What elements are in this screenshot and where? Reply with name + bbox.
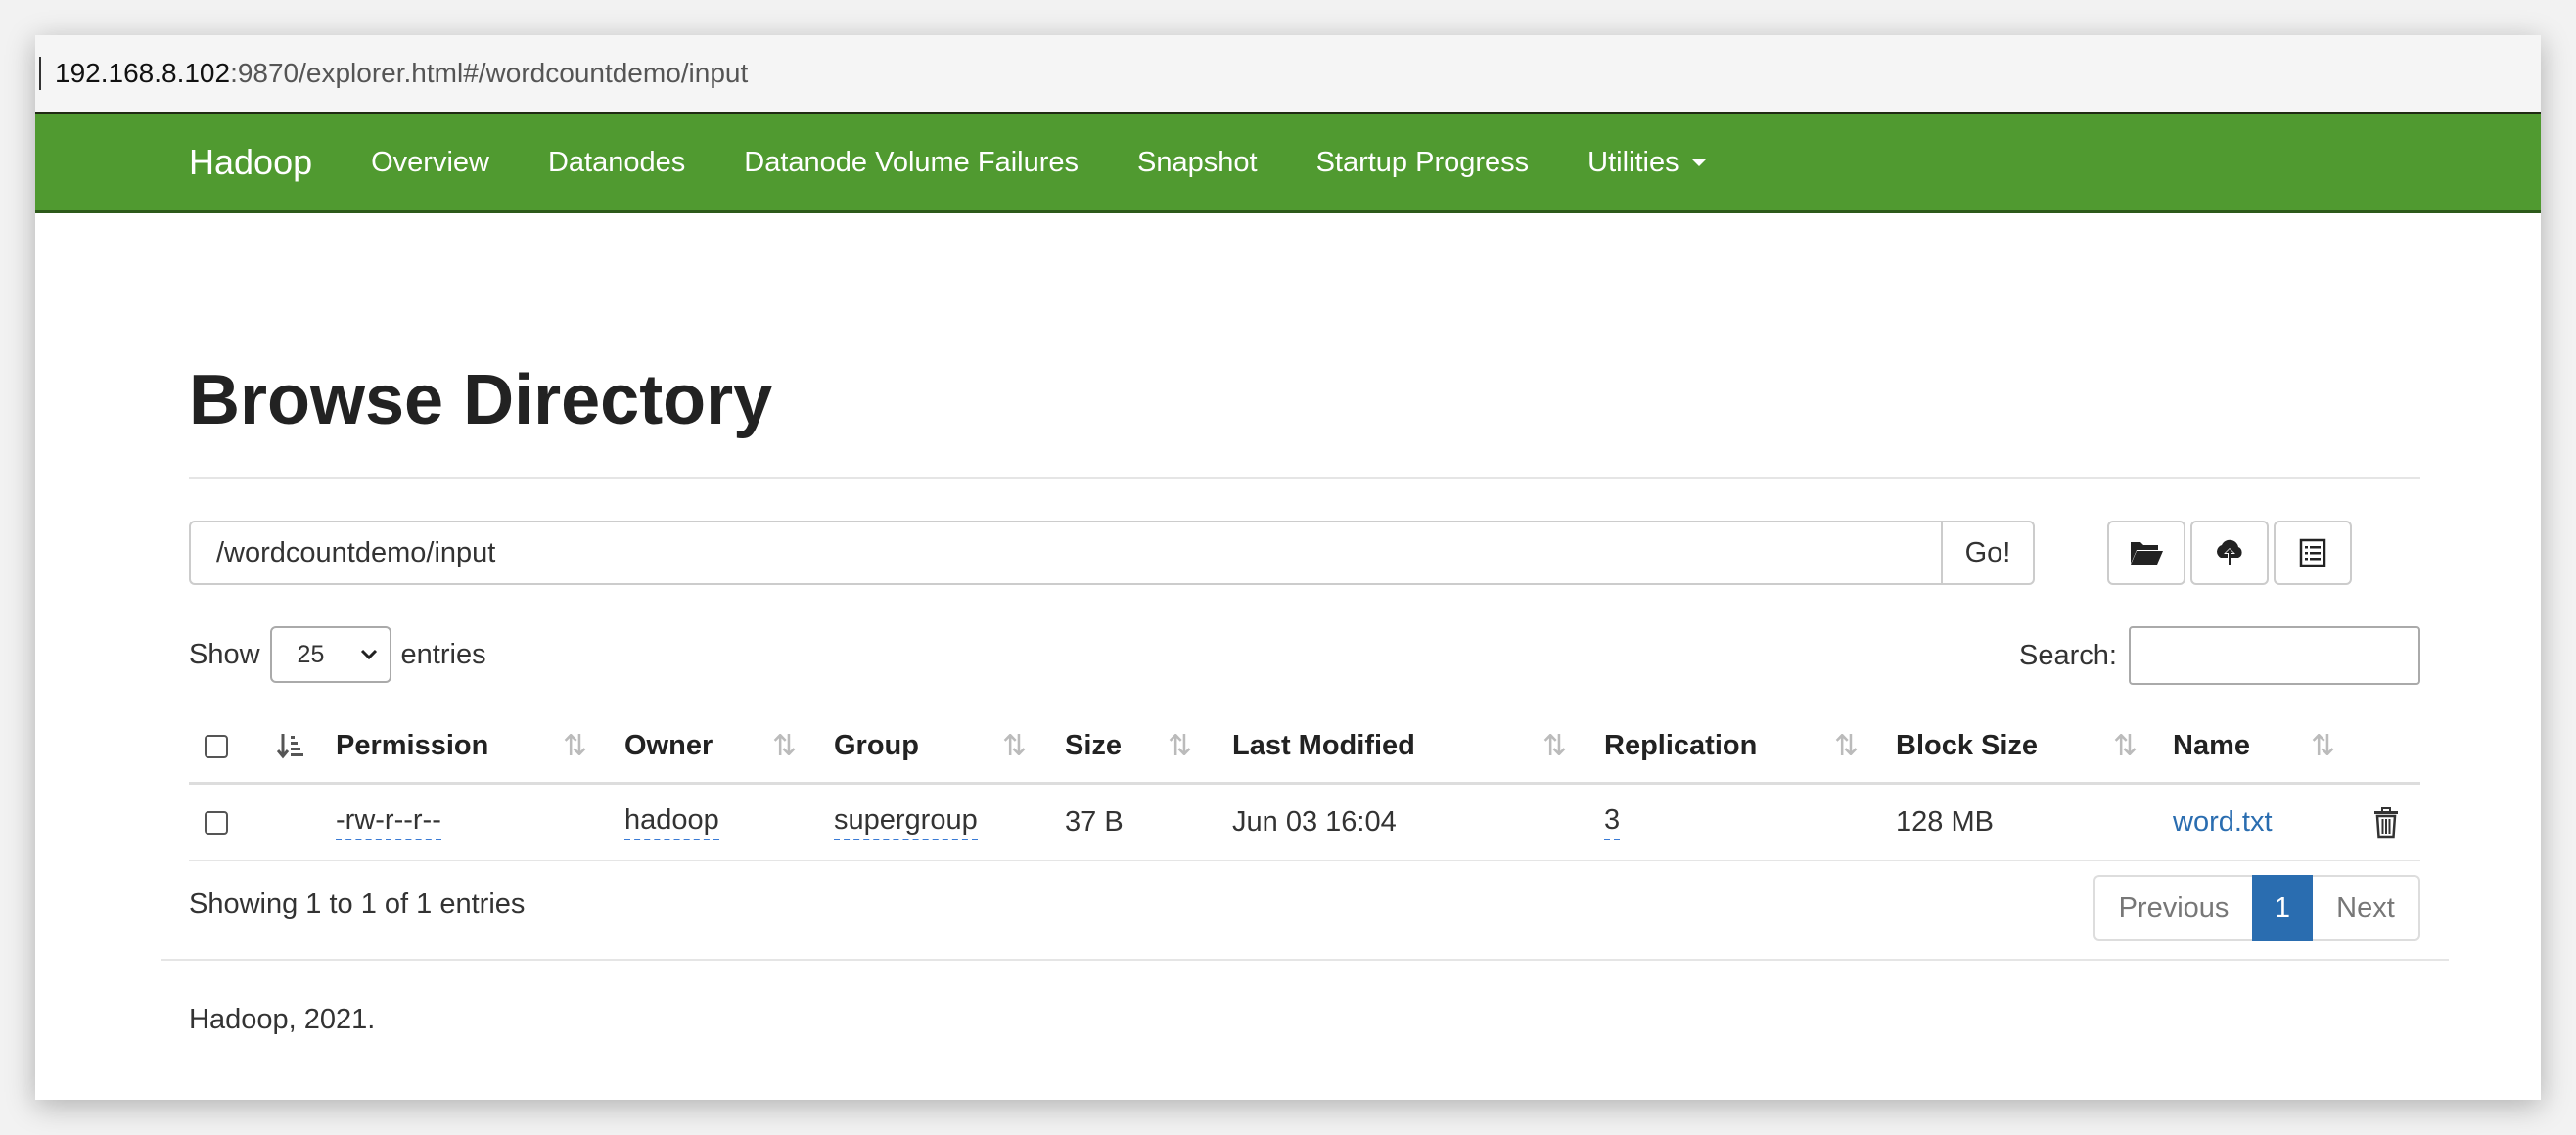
brand-link[interactable]: Hadoop [189,142,312,183]
title-divider [189,477,2420,479]
pagination-next[interactable]: Next [2313,875,2420,941]
cell-permission[interactable]: -rw-r--r-- [336,785,441,860]
header-replication[interactable]: Replication [1604,710,1757,782]
file-name-link[interactable]: word.txt [2173,785,2273,860]
browser-window: 192.168.8.102:9870/explorer.html#/wordco… [35,35,2541,1100]
header-last-modified[interactable]: Last Modified [1232,710,1415,782]
nav-utilities-label: Utilities [1587,146,1679,178]
page-size-value: 25 [297,640,325,668]
select-all-checkbox[interactable] [205,710,228,782]
path-input[interactable]: /wordcountdemo/input [189,521,1941,585]
pagination-previous[interactable]: Previous [2093,875,2252,941]
sort-amount-down-icon [277,733,303,758]
sort-icon[interactable]: ⇅ [2311,710,2335,782]
show-label: Show [189,638,260,670]
group-value: supergroup [834,804,978,840]
cell-replication[interactable]: 3 [1604,785,1621,860]
sort-icon[interactable]: ⇅ [563,710,587,782]
table-header-row: Permission ⇅ Owner ⇅ Group ⇅ Size ⇅ Last… [189,710,2420,785]
sort-icon[interactable]: ⇅ [1834,710,1859,782]
file-table: Permission ⇅ Owner ⇅ Group ⇅ Size ⇅ Last… [189,710,2420,861]
header-group[interactable]: Group [834,710,919,782]
checkbox-box [205,734,228,758]
sort-icon[interactable]: ⇅ [1002,710,1027,782]
upload-cloud-icon [2217,539,2242,566]
permission-value: -rw-r--r-- [336,804,441,840]
pagination-page-1[interactable]: 1 [2252,875,2313,941]
cell-owner[interactable]: hadoop [624,785,719,860]
replication-value: 3 [1604,804,1621,840]
nav-snapshot[interactable]: Snapshot [1137,147,1258,179]
nav-datanode-volume-failures[interactable]: Datanode Volume Failures [744,147,1079,179]
list-icon [2299,538,2326,568]
header-name[interactable]: Name [2173,710,2250,782]
nav-overview[interactable]: Overview [371,147,489,179]
footer-divider [161,959,2449,961]
header-permission[interactable]: Permission [336,710,488,782]
page-size-select[interactable]: 25 [269,626,391,683]
text-cursor [39,57,41,90]
cell-size: 37 B [1065,806,1124,838]
header-block-size[interactable]: Block Size [1896,710,2038,782]
pagination: Previous 1 Next [2093,875,2420,941]
chevron-down-icon [360,649,377,660]
sort-icon[interactable]: ⇅ [1542,710,1567,782]
cell-group[interactable]: supergroup [834,785,978,860]
page-size-control: Show 25 entries [189,626,486,683]
url-path: :9870/explorer.html#/wordcountdemo/input [230,58,749,88]
folder-open-icon [2131,542,2163,565]
nav-datanodes[interactable]: Datanodes [548,147,685,179]
nav-startup-progress[interactable]: Startup Progress [1316,147,1530,179]
create-directory-button[interactable] [2107,521,2185,585]
address-bar[interactable]: 192.168.8.102:9870/explorer.html#/wordco… [35,35,2541,112]
checkbox-box [205,810,228,835]
entries-label: entries [400,638,486,670]
caret-down-icon [1690,159,1707,166]
footer-text: Hadoop, 2021. [189,1004,376,1035]
path-input-group: /wordcountdemo/input Go! [189,521,2035,585]
trash-icon [2374,806,2398,838]
go-button[interactable]: Go! [1941,521,2035,585]
cell-last-modified: Jun 03 16:04 [1232,806,1397,838]
top-navbar: Hadoop Overview Datanodes Datanode Volum… [35,112,2541,213]
nav-utilities-dropdown[interactable]: Utilities [1587,146,1707,179]
header-owner[interactable]: Owner [624,710,713,782]
sort-icon[interactable]: ⇅ [772,710,797,782]
table-info: Showing 1 to 1 of 1 entries [189,888,526,920]
header-size[interactable]: Size [1065,710,1122,782]
sort-amount-down-icon[interactable] [277,710,304,782]
row-checkbox[interactable] [205,785,228,860]
upload-file-button[interactable] [2190,521,2269,585]
delete-button[interactable] [2373,785,2399,860]
search-label: Search: [2019,639,2117,671]
table-row: -rw-r--r-- hadoop supergroup 37 B Jun 03… [189,785,2420,861]
sort-icon[interactable]: ⇅ [1168,710,1192,782]
search-input[interactable] [2129,626,2420,685]
page-title: Browse Directory [189,361,773,439]
owner-value: hadoop [624,804,719,840]
table-search: Search: [2019,626,2420,685]
sort-icon[interactable]: ⇅ [2113,710,2138,782]
url-host: 192.168.8.102 [55,58,231,88]
cut-paste-button[interactable] [2274,521,2352,585]
cell-block-size: 128 MB [1896,806,1994,838]
